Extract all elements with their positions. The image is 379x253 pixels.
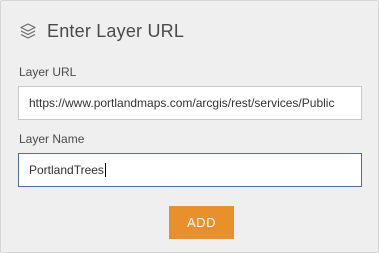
add-button[interactable]: ADD <box>169 206 234 239</box>
panel-title: Enter Layer URL <box>47 20 185 41</box>
layers-icon <box>19 22 37 40</box>
layer-name-input[interactable]: PortlandTrees <box>18 153 362 187</box>
layer-url-label: Layer URL <box>19 65 77 79</box>
panel-header: Enter Layer URL <box>19 19 184 43</box>
layer-url-value: https://www.portlandmaps.com/arcgis/rest… <box>29 96 335 110</box>
layer-name-value: PortlandTrees <box>29 163 104 177</box>
text-caret <box>104 163 106 177</box>
layer-url-input[interactable]: https://www.portlandmaps.com/arcgis/rest… <box>18 86 362 120</box>
layer-name-label: Layer Name <box>19 132 85 146</box>
add-layer-panel: Enter Layer URL Layer URL https://www.po… <box>0 0 379 253</box>
